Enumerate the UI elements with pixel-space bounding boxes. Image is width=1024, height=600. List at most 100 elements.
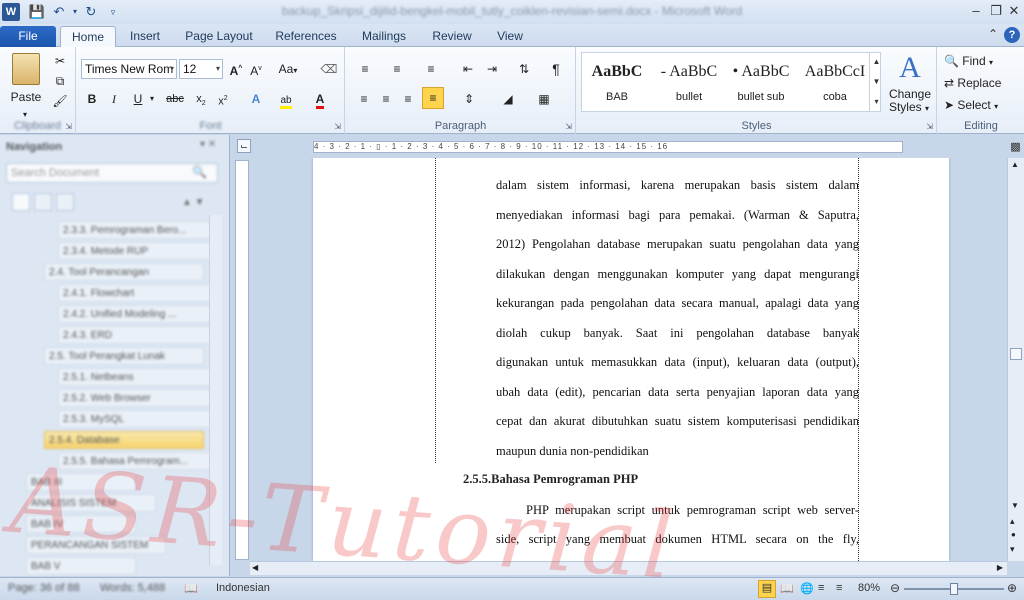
nav-item[interactable]: 2.5.1. Netbeans bbox=[58, 368, 218, 386]
draft-view-icon[interactable]: ≡ bbox=[836, 582, 842, 594]
line-spacing-icon[interactable]: ⇕ bbox=[456, 89, 482, 109]
find-button[interactable]: 🔍 Find ▾ bbox=[944, 51, 1014, 71]
styles-launcher-icon[interactable]: ⇲ bbox=[926, 122, 933, 131]
zoom-in-icon[interactable]: ⊕ bbox=[1007, 581, 1017, 595]
view-ruler-icon[interactable]: ▩ bbox=[1007, 140, 1024, 158]
numbering-icon[interactable]: ≡ bbox=[386, 59, 408, 79]
pane-options-icon[interactable]: ▾ ✕ bbox=[200, 139, 216, 150]
borders-icon[interactable]: ▦ bbox=[532, 89, 556, 109]
nav-view-tabs[interactable] bbox=[12, 193, 78, 215]
tab-insert[interactable]: Insert bbox=[122, 26, 168, 47]
paragraph-line[interactable]: dilakukan dengan menggunakan komputer ya… bbox=[496, 265, 859, 283]
increase-indent-icon[interactable]: ⇥ bbox=[482, 59, 502, 79]
scroll-thumb[interactable] bbox=[1010, 348, 1022, 360]
italic-icon[interactable]: I bbox=[105, 89, 123, 109]
close-button[interactable]: ✕ bbox=[1004, 2, 1024, 20]
cut-icon[interactable]: ✂ bbox=[50, 51, 70, 71]
highlight-icon[interactable]: ab bbox=[275, 89, 297, 109]
tab-file[interactable]: File bbox=[0, 26, 56, 47]
redo-icon[interactable]: ↻ bbox=[82, 3, 100, 21]
paragraph-line[interactable]: menyediakan informasi bagi para pemakai.… bbox=[496, 206, 859, 224]
copy-icon[interactable]: ⧉ bbox=[50, 71, 70, 91]
nav-item[interactable]: BAB V bbox=[26, 557, 136, 575]
underline-icon[interactable]: U bbox=[129, 89, 147, 109]
style-bullet[interactable]: - AaBbC bullet bbox=[653, 55, 725, 111]
save-icon[interactable]: 💾 bbox=[28, 3, 46, 21]
restore-button[interactable]: ❐ bbox=[986, 2, 1006, 20]
decrease-indent-icon[interactable]: ⇤ bbox=[458, 59, 478, 79]
font-size-combo[interactable]: 12 ▾ bbox=[179, 59, 223, 79]
zoom-slider-thumb[interactable] bbox=[950, 583, 958, 595]
paragraph-line[interactable]: diolah cukup banyak. Saat ini pengolahan… bbox=[496, 324, 859, 342]
vertical-scrollbar[interactable]: ▲ ▼ ▴ ● ▾ bbox=[1007, 158, 1024, 561]
nav-item[interactable]: BAB III bbox=[26, 473, 136, 491]
nav-item[interactable]: 2.5.2. Web Browser bbox=[58, 389, 218, 407]
bold-icon[interactable]: B bbox=[83, 89, 101, 109]
format-painter-icon[interactable]: 🖌 bbox=[50, 91, 70, 111]
scroll-down-icon[interactable]: ▼ bbox=[1011, 501, 1019, 510]
paste-button[interactable]: Paste bbox=[6, 87, 46, 107]
paragraph-line[interactable]: dalam sistem informasi, karena merupakan… bbox=[496, 176, 859, 194]
horizontal-scrollbar[interactable]: ◀ ▶ bbox=[250, 561, 1007, 575]
full-screen-reading-icon[interactable]: 📖 bbox=[780, 582, 794, 595]
nav-item[interactable]: 2.3.4. Metode RUP bbox=[58, 242, 218, 260]
paste-icon[interactable] bbox=[12, 53, 40, 85]
zoom-level[interactable]: 80% bbox=[858, 582, 880, 594]
tab-view[interactable]: View bbox=[490, 26, 530, 47]
word-logo-icon[interactable]: W bbox=[2, 3, 20, 21]
nav-item[interactable]: 2.5.3. MySQL bbox=[58, 410, 218, 428]
align-center-icon[interactable]: ≡ bbox=[376, 89, 396, 109]
search-icon[interactable]: 🔍 bbox=[192, 165, 207, 179]
print-layout-icon[interactable]: ▤ bbox=[758, 580, 776, 598]
zoom-out-icon[interactable]: ⊖ bbox=[890, 581, 900, 595]
vertical-ruler[interactable] bbox=[235, 160, 249, 560]
tab-home[interactable]: Home bbox=[60, 26, 116, 48]
font-color-icon[interactable]: A bbox=[309, 89, 331, 109]
multilevel-list-icon[interactable]: ≡ bbox=[420, 59, 442, 79]
justify-icon[interactable]: ≡ bbox=[422, 87, 444, 109]
previous-page-icon[interactable]: ▴ bbox=[1010, 516, 1015, 527]
change-styles-icon[interactable]: A bbox=[895, 53, 925, 83]
clipboard-launcher-icon[interactable]: ⇲ bbox=[65, 122, 72, 131]
style-bab[interactable]: AaBbC BAB bbox=[581, 55, 653, 111]
pages-view-icon[interactable] bbox=[34, 193, 52, 211]
nav-prev-next-icon[interactable]: ▲ ▼ bbox=[182, 197, 205, 208]
nav-item[interactable]: 2.4.2. Unified Modeling ... bbox=[58, 305, 218, 323]
nav-item-selected[interactable]: 2.5.4. Database bbox=[44, 431, 204, 449]
document-area[interactable]: dalam sistem informasi, karena merupakan… bbox=[250, 158, 1006, 561]
horizontal-ruler[interactable]: ⌙ 4 · 3 · 2 · 1 · ▯ · 1 · 2 · 3 · 4 · 5 … bbox=[231, 135, 1007, 157]
nav-item[interactable]: 2.5.5. Bahasa Pemrogram... bbox=[58, 452, 218, 470]
tab-page-layout[interactable]: Page Layout bbox=[182, 26, 256, 47]
nav-item[interactable]: 2.5. Tool Perangkat Lunak bbox=[44, 347, 204, 365]
paragraph-line[interactable]: PHP merupakan script untuk pemrograman s… bbox=[526, 501, 859, 519]
tab-mailings[interactable]: Mailings bbox=[356, 26, 412, 47]
next-page-icon[interactable]: ▾ bbox=[1010, 544, 1015, 555]
change-styles-button-line2[interactable]: Styles ▾ bbox=[881, 100, 937, 114]
headings-view-icon[interactable] bbox=[12, 193, 30, 211]
outline-view-icon[interactable]: ≡ bbox=[818, 582, 824, 594]
nav-item[interactable]: 2.4.3. ERD bbox=[58, 326, 218, 344]
align-right-icon[interactable]: ≡ bbox=[398, 89, 418, 109]
minimize-button[interactable]: – bbox=[966, 2, 986, 20]
superscript-icon[interactable]: x2 bbox=[213, 89, 233, 109]
replace-button[interactable]: ⇄ Replace bbox=[944, 73, 1020, 93]
grow-font-icon[interactable]: A^ bbox=[227, 59, 245, 79]
tab-review[interactable]: Review bbox=[428, 26, 476, 47]
text-effects-icon[interactable]: A bbox=[245, 89, 267, 109]
document-page[interactable]: dalam sistem informasi, karena merupakan… bbox=[313, 158, 949, 561]
shrink-font-icon[interactable]: Av bbox=[247, 59, 265, 79]
bullets-icon[interactable]: ≡ bbox=[354, 59, 376, 79]
search-input[interactable]: Search Document bbox=[6, 163, 218, 183]
scroll-right-icon[interactable]: ▶ bbox=[997, 563, 1003, 572]
proofing-icon[interactable]: 📖 bbox=[184, 582, 198, 595]
style-bullet-sub[interactable]: • AaBbC bullet sub bbox=[725, 55, 797, 111]
scroll-left-icon[interactable]: ◀ bbox=[252, 563, 258, 572]
paragraph-line[interactable]: cepat dan akurat dibutuhkan suatu sistem… bbox=[496, 412, 859, 430]
results-view-icon[interactable] bbox=[56, 193, 74, 211]
change-case-button[interactable]: Aa▾ bbox=[275, 59, 301, 79]
nav-item[interactable]: 2.4. Tool Perancangan bbox=[44, 263, 204, 281]
scroll-up-icon[interactable]: ▲ bbox=[1011, 160, 1019, 169]
paragraph-line[interactable]: maupun dunia non-pendidikan bbox=[496, 442, 859, 460]
show-formatting-icon[interactable]: ¶ bbox=[546, 59, 566, 79]
nav-scrollbar[interactable] bbox=[209, 215, 222, 565]
